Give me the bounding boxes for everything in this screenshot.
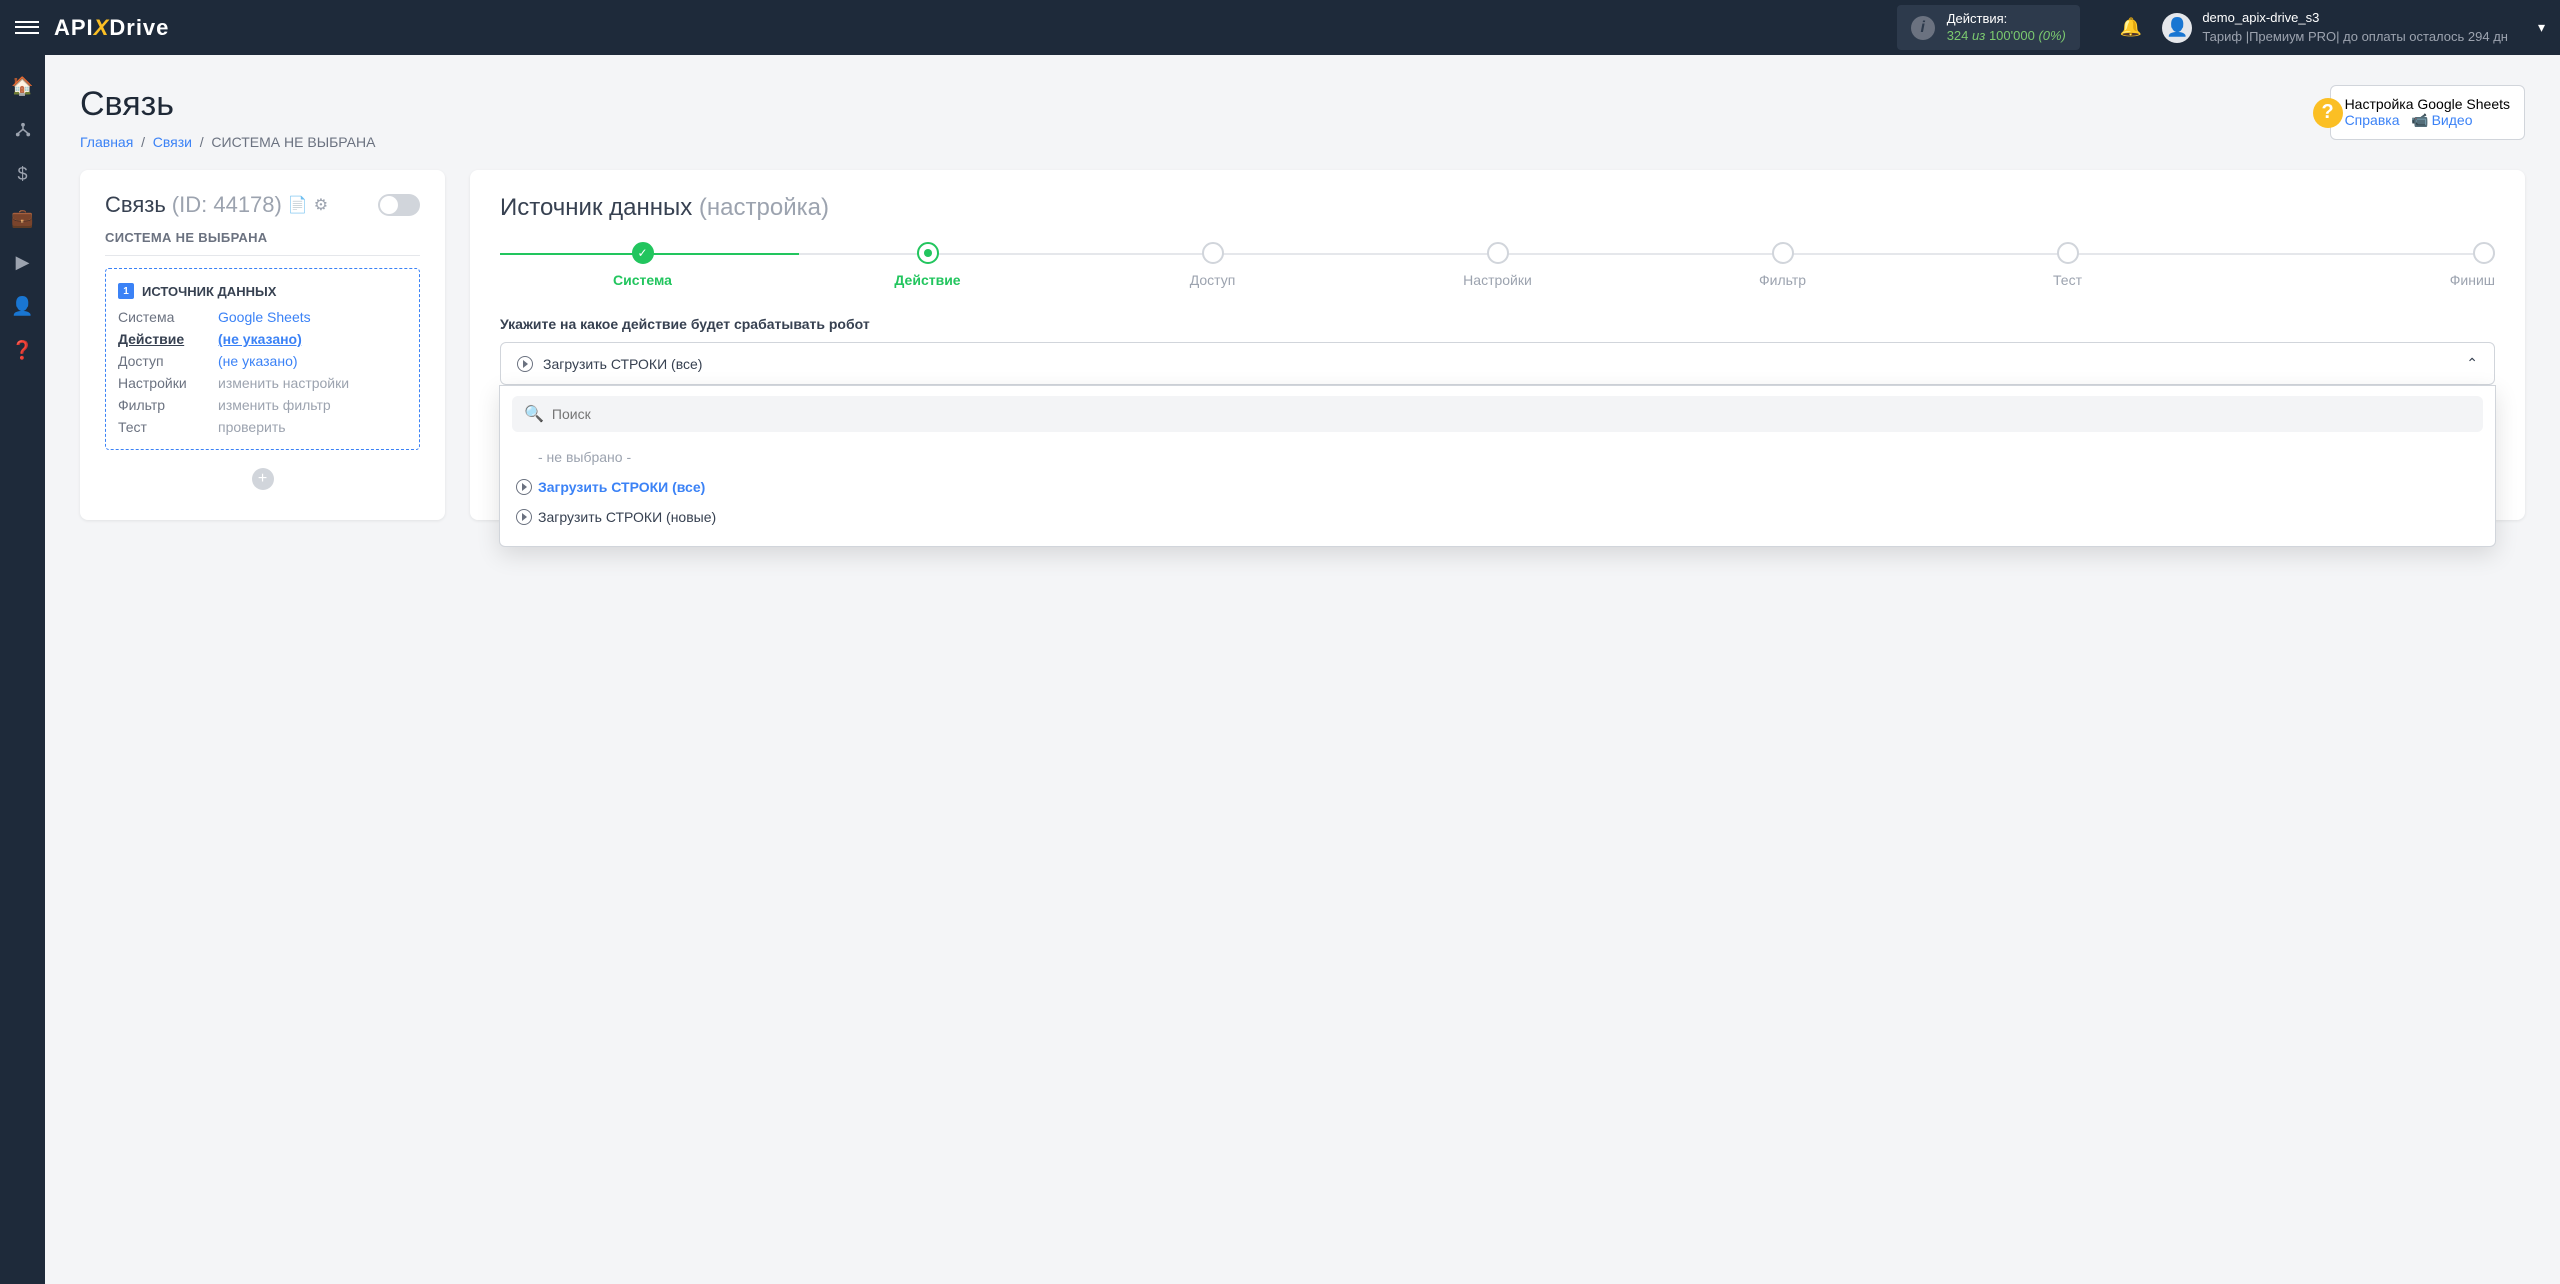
step-number-badge: 1 xyxy=(118,283,134,299)
row-test-value[interactable]: проверить xyxy=(218,419,407,435)
row-settings-value[interactable]: изменить настройки xyxy=(218,375,407,391)
connection-id: (ID: 44178) xyxy=(172,192,282,218)
actions-of: из xyxy=(1972,28,1985,43)
option-load-new-label: Загрузить СТРОКИ (новые) xyxy=(538,509,716,525)
row-filter-key: Фильтр xyxy=(118,397,208,413)
breadcrumb-home[interactable]: Главная xyxy=(80,134,133,150)
nav-help-icon[interactable]: ❓ xyxy=(12,339,34,361)
data-source-title: ИСТОЧНИК ДАННЫХ xyxy=(142,284,276,299)
step-settings[interactable]: Настройки xyxy=(1355,242,1640,288)
logo-x: X xyxy=(94,15,110,40)
main: Связь Главная / Связи / СИСТЕМА НЕ ВЫБРА… xyxy=(45,55,2560,550)
row-action-value[interactable]: (не указано) xyxy=(218,331,407,347)
chevron-up-icon: ⌃ xyxy=(2466,355,2478,372)
play-icon xyxy=(517,356,533,372)
help-video-link[interactable]: Видео xyxy=(2411,112,2472,128)
step-filter[interactable]: Фильтр xyxy=(1640,242,1925,288)
row-access-value[interactable]: (не указано) xyxy=(218,353,407,369)
data-source-box: 1 ИСТОЧНИК ДАННЫХ Система Google Sheets … xyxy=(105,268,420,450)
breadcrumb: Главная / Связи / СИСТЕМА НЕ ВЫБРАНА xyxy=(80,134,375,150)
actions-used: 324 xyxy=(1947,28,1969,43)
option-load-all-label: Загрузить СТРОКИ (все) xyxy=(538,479,705,495)
actions-label: Действия: xyxy=(1947,11,2066,28)
source-config-card: Источник данных (настройка) Система Дейс… xyxy=(470,170,2525,520)
nav-video-icon[interactable]: ▶ xyxy=(12,251,34,273)
gear-icon[interactable]: ⚙ xyxy=(314,195,328,215)
chevron-down-icon: ▾ xyxy=(2538,19,2545,36)
source-title: Источник данных xyxy=(500,194,692,221)
row-system-value[interactable]: Google Sheets xyxy=(218,309,407,325)
step-finish[interactable]: Финиш xyxy=(2210,242,2495,288)
help-title: Настройка Google Sheets xyxy=(2345,96,2510,112)
sidebar: 🏠 $ 💼 ▶ 👤 ❓ xyxy=(0,55,45,1284)
action-dropdown: 🔍 - не выбрано - Загрузить СТРОКИ (все) … xyxy=(499,385,2496,547)
breadcrumb-links[interactable]: Связи xyxy=(153,134,192,150)
avatar-icon: 👤 xyxy=(2162,13,2192,43)
play-icon xyxy=(516,509,532,525)
breadcrumb-current: СИСТЕМА НЕ ВЫБРАНА xyxy=(211,134,375,150)
option-none[interactable]: - не выбрано - xyxy=(512,442,2483,472)
logo-post: Drive xyxy=(109,15,169,40)
stepper: Система Действие Доступ Настройки Фильтр… xyxy=(500,242,2495,288)
user-menu[interactable]: 👤 demo_apix-drive_s3 Тариф |Премиум PRO|… xyxy=(2162,9,2545,45)
action-select[interactable]: Загрузить СТРОКИ (все) ⌃ xyxy=(500,342,2495,385)
help-box: ? Настройка Google Sheets Справка Видео xyxy=(2330,85,2525,140)
search-icon: 🔍 xyxy=(524,404,544,424)
step-access[interactable]: Доступ xyxy=(1070,242,1355,288)
row-filter-value[interactable]: изменить фильтр xyxy=(218,397,407,413)
copy-icon[interactable]: 📄 xyxy=(288,195,308,215)
row-access-key: Доступ xyxy=(118,353,208,369)
row-test-key: Тест xyxy=(118,419,208,435)
nav-connections-icon[interactable] xyxy=(12,119,34,141)
add-destination-button[interactable]: + xyxy=(252,468,274,490)
instruction-label: Укажите на какое действие будет срабатыв… xyxy=(500,316,2495,332)
step-finish-label: Финиш xyxy=(2450,272,2495,288)
row-system-key: Система xyxy=(118,309,208,325)
row-settings-key: Настройки xyxy=(118,375,208,391)
step-action-label: Действие xyxy=(894,272,960,288)
nav-briefcase-icon[interactable]: 💼 xyxy=(12,207,34,229)
action-selected-value: Загрузить СТРОКИ (все) xyxy=(543,356,702,372)
actions-counter[interactable]: i Действия: 324 из 100'000 (0%) xyxy=(1897,5,2080,51)
connection-title: Связь xyxy=(105,192,166,218)
search-input[interactable] xyxy=(552,406,2471,422)
step-system[interactable]: Система xyxy=(500,242,785,288)
enable-toggle[interactable] xyxy=(378,194,420,216)
bell-icon[interactable]: 🔔 xyxy=(2120,17,2142,38)
info-icon: i xyxy=(1911,16,1935,40)
system-not-selected-label: СИСТЕМА НЕ ВЫБРАНА xyxy=(105,230,420,256)
connection-card: Связь (ID: 44178) 📄 ⚙ СИСТЕМА НЕ ВЫБРАНА… xyxy=(80,170,445,520)
help-reference-link[interactable]: Справка xyxy=(2345,112,2400,128)
step-test[interactable]: Тест xyxy=(1925,242,2210,288)
row-action-key: Действие xyxy=(118,331,208,347)
source-title-sub: (настройка) xyxy=(699,194,829,221)
tariff-line: Тариф |Премиум PRO| до оплаты осталось 2… xyxy=(2202,28,2508,46)
logo[interactable]: APIXDrive xyxy=(54,15,169,41)
step-filter-label: Фильтр xyxy=(1759,272,1806,288)
dropdown-search[interactable]: 🔍 xyxy=(512,396,2483,432)
logo-pre: API xyxy=(54,15,94,40)
nav-account-icon[interactable]: 👤 xyxy=(12,295,34,317)
step-system-label: Система xyxy=(613,272,672,288)
option-load-new-rows[interactable]: Загрузить СТРОКИ (новые) xyxy=(512,502,2483,532)
nav-billing-icon[interactable]: $ xyxy=(12,163,34,185)
step-test-label: Тест xyxy=(2053,272,2082,288)
nav-home-icon[interactable]: 🏠 xyxy=(12,75,34,97)
user-name: demo_apix-drive_s3 xyxy=(2202,9,2508,27)
help-question-icon[interactable]: ? xyxy=(2313,98,2343,128)
actions-pct: (0%) xyxy=(2038,28,2065,43)
step-settings-label: Настройки xyxy=(1463,272,1532,288)
actions-total: 100'000 xyxy=(1989,28,2035,43)
step-action[interactable]: Действие xyxy=(785,242,1070,288)
play-icon xyxy=(516,479,532,495)
page-title: Связь xyxy=(80,85,375,124)
topbar: APIXDrive i Действия: 324 из 100'000 (0%… xyxy=(0,0,2560,55)
menu-toggle[interactable] xyxy=(15,16,39,40)
option-load-all-rows[interactable]: Загрузить СТРОКИ (все) xyxy=(512,472,2483,502)
step-access-label: Доступ xyxy=(1190,272,1236,288)
